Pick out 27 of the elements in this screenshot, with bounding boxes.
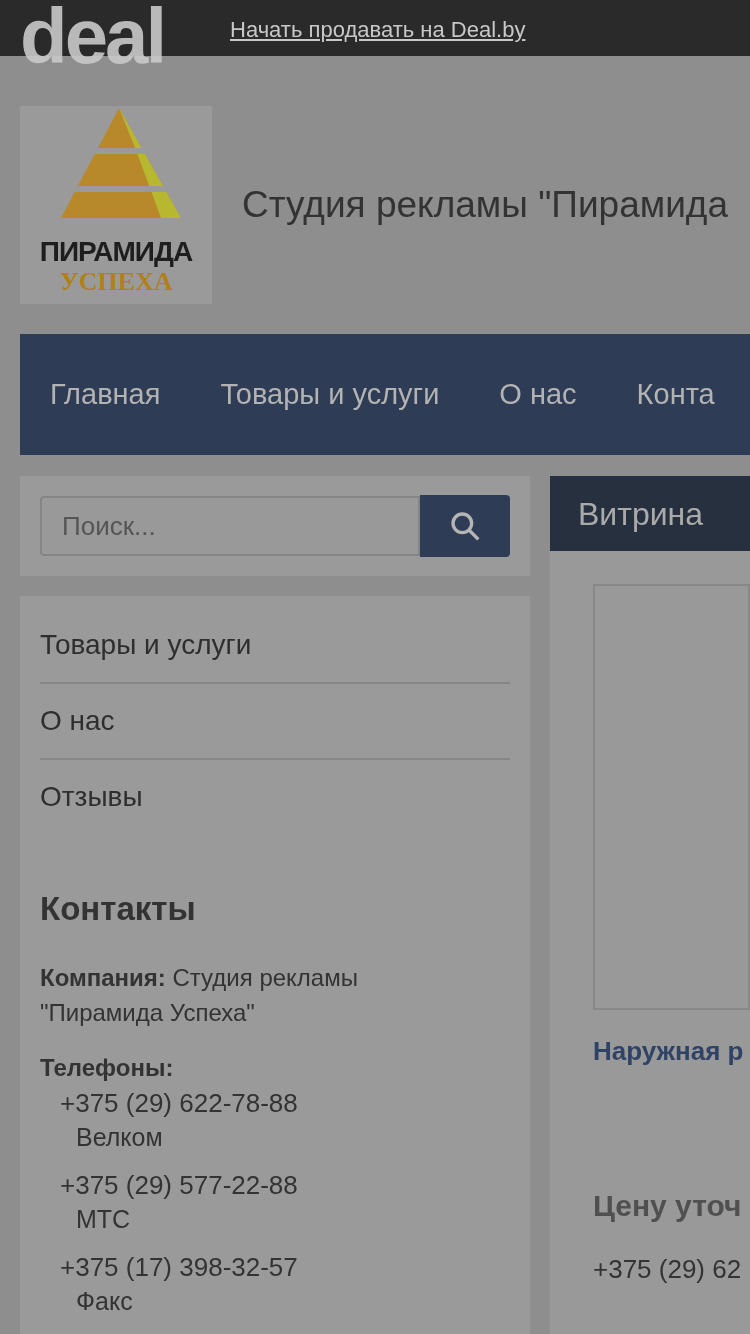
product-link[interactable]: Наружная р: [593, 1032, 750, 1071]
logo-text: УСПЕХА: [59, 267, 173, 298]
company-text: Компания: Студия рекламы "Пирамида Успеха": [40, 962, 359, 1028]
price-text: Цену уточ: [593, 1188, 743, 1224]
company-title: Студия рекламы "Пирамида: [242, 183, 728, 228]
nav-link[interactable]: Товары и услуги: [200, 372, 460, 417]
logo-text: ПИРАМИДА: [39, 238, 193, 266]
nav-link[interactable]: О нас: [479, 372, 597, 417]
phone-note: МТС: [76, 1203, 132, 1235]
showcase-title: Витрина: [578, 494, 703, 534]
search-button[interactable]: [420, 495, 510, 557]
phones-label: Телефоны:: [40, 1052, 175, 1083]
sidebar-link[interactable]: Товары и услуги: [40, 629, 252, 660]
phone-number[interactable]: +375 (29) 577-22-88: [60, 1167, 510, 1202]
sidebar-link[interactable]: Отзывы: [40, 781, 143, 812]
nav-link[interactable]: Главная: [30, 372, 181, 417]
product-phone[interactable]: +375 (29) 62: [593, 1250, 750, 1289]
sidebar-link[interactable]: О нас: [40, 705, 115, 736]
search-icon: [449, 510, 482, 542]
sell-link[interactable]: Начать продавать на Deal.by: [230, 13, 526, 46]
nav-link[interactable]: Конта: [616, 372, 735, 417]
contacts-heading: Контакты: [40, 889, 197, 929]
search-field[interactable]: Поиск...: [40, 496, 421, 556]
phone-note: Факс: [76, 1285, 134, 1317]
phone-number[interactable]: +375 (17) 398-32-57: [60, 1249, 510, 1284]
phone-number[interactable]: +375 (29) 622-78-88: [60, 1085, 510, 1120]
phone-note: Велком: [76, 1121, 164, 1153]
